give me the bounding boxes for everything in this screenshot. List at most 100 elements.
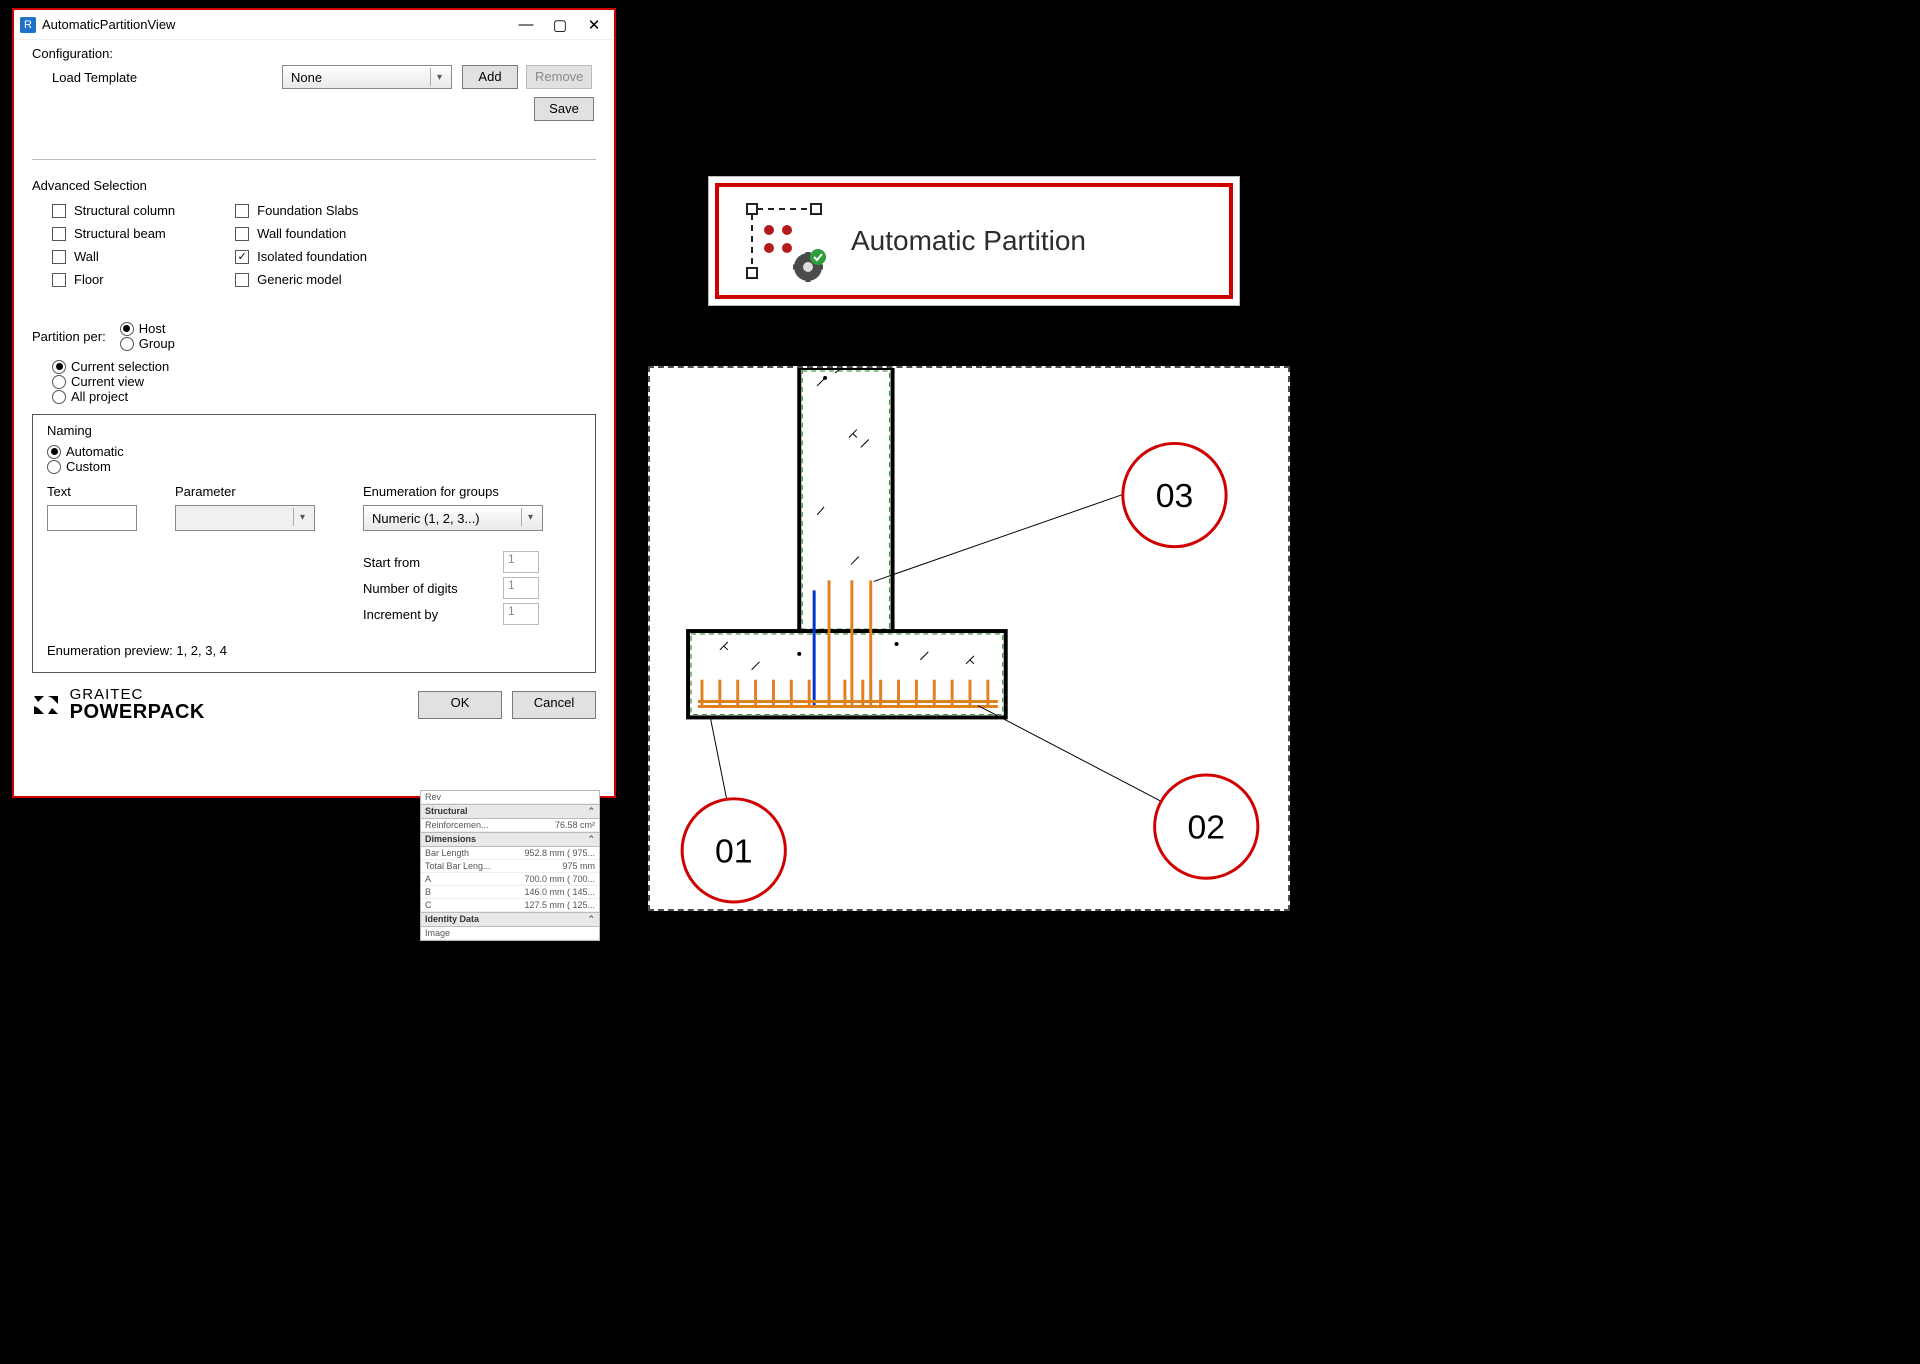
load-template-label: Load Template <box>52 70 282 85</box>
start-from-label: Start from <box>363 555 493 570</box>
template-select[interactable]: None ▾ <box>282 65 452 89</box>
chevron-down-icon: ▾ <box>430 68 448 86</box>
callout-03: 03 <box>1123 443 1226 546</box>
collapse-icon: ⌃ <box>587 914 595 925</box>
checkbox-wall[interactable]: Wall <box>52 249 175 264</box>
scope-radio-all-project[interactable]: All project <box>52 389 169 404</box>
radio-label: Current selection <box>71 359 169 374</box>
partition-radio-host[interactable]: Host <box>120 321 175 336</box>
drawing-panel: 03 02 01 <box>648 366 1290 911</box>
checkbox-floor[interactable]: Floor <box>52 272 175 287</box>
window-title: AutomaticPartitionView <box>42 17 518 32</box>
checkbox-generic-model[interactable]: Generic model <box>235 272 367 287</box>
close-icon[interactable]: ✕ <box>586 16 602 34</box>
checkbox-label: Foundation Slabs <box>257 203 358 218</box>
callout-01: 01 <box>682 799 785 902</box>
partition-radio-group[interactable]: Group <box>120 336 175 351</box>
radio-label: Host <box>139 321 166 336</box>
radio-dot <box>52 390 66 404</box>
remove-button[interactable]: Remove <box>526 65 592 89</box>
add-button[interactable]: Add <box>462 65 518 89</box>
checkbox-box <box>235 273 249 287</box>
radio-dot <box>120 337 134 351</box>
radio-label: Automatic <box>66 444 124 459</box>
enum-label: Enumeration for groups <box>363 484 573 499</box>
tool-label: Automatic Partition <box>851 225 1086 257</box>
enumeration-select[interactable]: Numeric (1, 2, 3...) ▾ <box>363 505 543 531</box>
props-section-identity-data[interactable]: Identity Data⌃ <box>421 912 599 927</box>
callout-02-text: 02 <box>1187 809 1225 847</box>
minimize-icon[interactable]: — <box>518 16 534 34</box>
props-row: Bar Length952.8 mm ( 975... <box>421 847 599 860</box>
checkbox-box <box>52 227 66 241</box>
increment-label: Increment by <box>363 607 493 622</box>
partition-per-label: Partition per: <box>32 329 106 344</box>
checkbox-isolated-foundation[interactable]: Isolated foundation <box>235 249 367 264</box>
checkbox-box <box>235 250 249 264</box>
cancel-button[interactable]: Cancel <box>512 691 596 719</box>
enumeration-preview: Enumeration preview: 1, 2, 3, 4 <box>47 643 581 658</box>
automatic-partition-dialog: R AutomaticPartitionView — ▢ ✕ Configura… <box>12 8 616 798</box>
props-section-dimensions[interactable]: Dimensions⌃ <box>421 832 599 847</box>
scope-radio-current-view[interactable]: Current view <box>52 374 169 389</box>
checkbox-box <box>235 204 249 218</box>
checkbox-label: Generic model <box>257 272 342 287</box>
titlebar: R AutomaticPartitionView — ▢ ✕ <box>14 10 614 40</box>
checkbox-label: Structural column <box>74 203 175 218</box>
text-label: Text <box>47 484 157 499</box>
brand-big: POWERPACK <box>70 701 205 723</box>
checkbox-foundation-slabs[interactable]: Foundation Slabs <box>235 203 367 218</box>
radio-dot <box>47 460 61 474</box>
start-from-input[interactable]: 1 <box>503 551 539 573</box>
app-icon: R <box>20 17 36 33</box>
checkbox-label: Floor <box>74 272 104 287</box>
ok-button[interactable]: OK <box>418 691 502 719</box>
checkbox-structural-column[interactable]: Structural column <box>52 203 175 218</box>
props-row: Image <box>421 927 599 940</box>
radio-dot <box>120 322 134 336</box>
checkbox-label: Structural beam <box>74 226 166 241</box>
checkbox-wall-foundation[interactable]: Wall foundation <box>235 226 367 241</box>
radio-dot <box>52 375 66 389</box>
digits-input[interactable]: 1 <box>503 577 539 599</box>
save-button[interactable]: Save <box>534 97 594 121</box>
checkbox-label: Isolated foundation <box>257 249 367 264</box>
checkbox-label: Wall foundation <box>257 226 346 241</box>
checkbox-label: Wall <box>74 249 99 264</box>
radio-label: Current view <box>71 374 144 389</box>
increment-input[interactable]: 1 <box>503 603 539 625</box>
checkbox-box <box>52 204 66 218</box>
naming-group: Naming AutomaticCustom Text Parameter ▾ <box>32 414 596 673</box>
parameter-select[interactable]: ▾ <box>175 505 315 531</box>
naming-radio-automatic[interactable]: Automatic <box>47 444 124 459</box>
automatic-partition-icon <box>739 196 829 286</box>
checkbox-structural-beam[interactable]: Structural beam <box>52 226 175 241</box>
props-section-structural[interactable]: Structural⌃ <box>421 804 599 819</box>
advanced-selection-heading: Advanced Selection <box>32 178 596 193</box>
callout-03-text: 03 <box>1156 477 1194 515</box>
text-input[interactable] <box>47 505 137 531</box>
chevron-down-icon: ▾ <box>293 508 311 526</box>
brand-logo: GRAITEC POWERPACK <box>32 687 205 722</box>
naming-radio-custom[interactable]: Custom <box>47 459 124 474</box>
maximize-icon[interactable]: ▢ <box>552 16 568 34</box>
props-row: Reinforcemen...76.58 cm² <box>421 819 599 832</box>
collapse-icon: ⌃ <box>587 806 595 817</box>
props-row: C127.5 mm ( 125... <box>421 899 599 912</box>
automatic-partition-tool-tile: Automatic Partition <box>708 176 1240 306</box>
checkbox-box <box>235 227 249 241</box>
props-row: B146.0 mm ( 145... <box>421 886 599 899</box>
radio-label: Group <box>139 336 175 351</box>
graitec-icon <box>32 692 60 718</box>
parameter-label: Parameter <box>175 484 345 499</box>
radio-label: All project <box>71 389 128 404</box>
template-select-value: None <box>291 70 322 85</box>
radio-dot <box>52 360 66 374</box>
chevron-down-icon: ▾ <box>521 508 539 526</box>
radio-dot <box>47 445 61 459</box>
scope-radio-current-selection[interactable]: Current selection <box>52 359 169 374</box>
callout-01-text: 01 <box>715 832 753 870</box>
configuration-label: Configuration: <box>32 46 596 61</box>
enumeration-select-value: Numeric (1, 2, 3...) <box>372 511 480 526</box>
radio-label: Custom <box>66 459 111 474</box>
